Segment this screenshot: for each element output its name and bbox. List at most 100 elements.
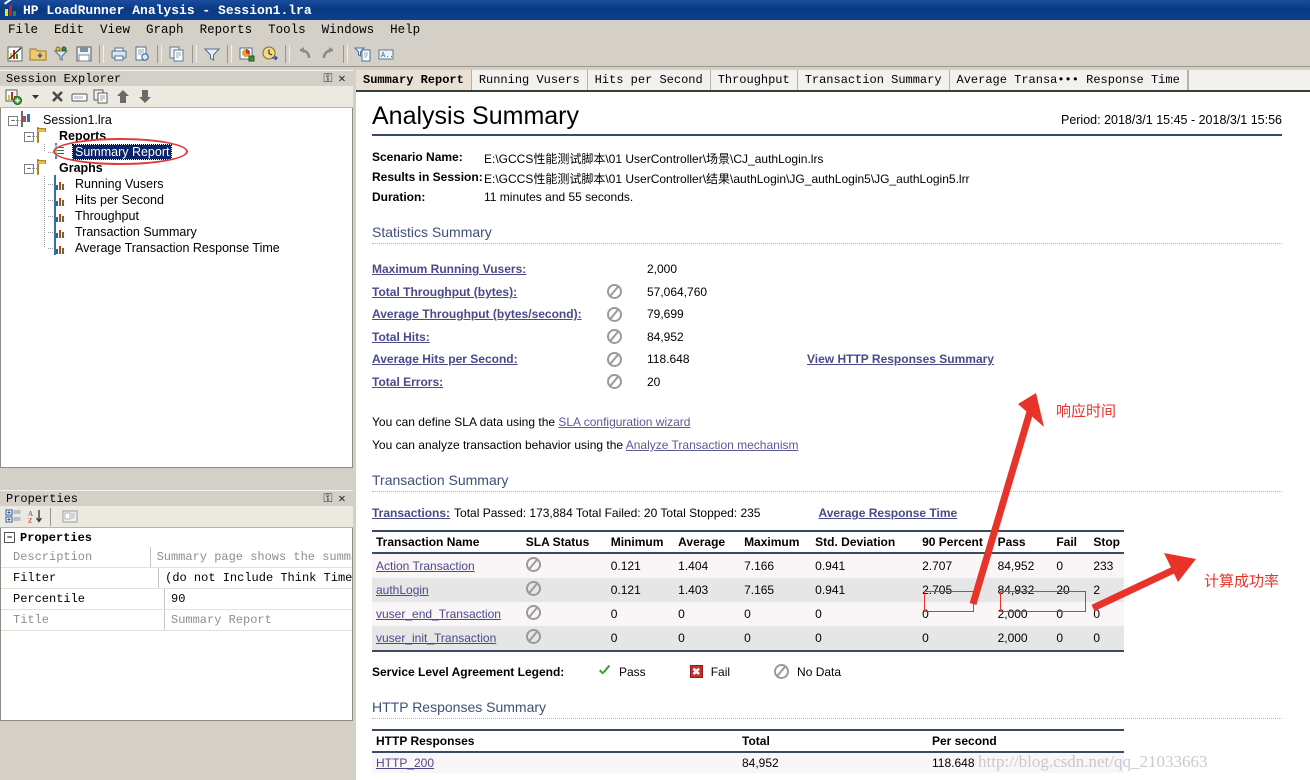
pin-icon[interactable]: ⚿ bbox=[321, 72, 335, 86]
col-stop[interactable]: Stop bbox=[1089, 530, 1124, 554]
stat-link[interactable]: Average Throughput (bytes/second): bbox=[372, 307, 582, 321]
copy-to-clipboard-icon[interactable] bbox=[166, 43, 188, 65]
configure-graph-icon[interactable] bbox=[236, 43, 258, 65]
col-per-second[interactable]: Per second bbox=[928, 729, 1124, 753]
http-response-link[interactable]: HTTP_200 bbox=[376, 756, 434, 770]
stat-label[interactable]: Average Throughput (bytes/second): bbox=[372, 307, 607, 321]
menu-edit[interactable]: Edit bbox=[46, 22, 92, 38]
new-analysis-icon[interactable] bbox=[4, 43, 26, 65]
col-transaction-name[interactable]: Transaction Name bbox=[372, 530, 522, 554]
tree-node-session[interactable]: − Session1.lra bbox=[1, 111, 352, 128]
tab-hits-per-second[interactable]: Hits per Second bbox=[588, 70, 711, 90]
table-row[interactable]: vuser_init_Transaction 0 0 0 0 0 2,000 0… bbox=[372, 626, 1124, 652]
cell-http-response-name[interactable]: HTTP_200 bbox=[372, 752, 738, 773]
cell-transaction-name[interactable]: vuser_end_Transaction bbox=[372, 602, 522, 626]
tree-node-running-vusers[interactable]: Running Vusers bbox=[1, 175, 352, 192]
stat-extra-link[interactable]: View HTTP Responses Summary bbox=[807, 352, 994, 366]
tree-node-reports[interactable]: − Reports bbox=[1, 127, 352, 144]
cell-transaction-name[interactable]: authLogin bbox=[372, 578, 522, 602]
property-row-percentile[interactable]: Percentile 90 bbox=[1, 589, 352, 610]
col-minimum[interactable]: Minimum bbox=[606, 530, 675, 554]
stat-link[interactable]: Total Throughput (bytes): bbox=[372, 285, 517, 299]
set-time-filter-icon[interactable] bbox=[259, 43, 281, 65]
stat-label[interactable]: Total Hits: bbox=[372, 330, 607, 344]
pin-icon[interactable]: ⚿ bbox=[321, 492, 335, 506]
stat-label[interactable]: Total Errors: bbox=[372, 375, 607, 389]
tree-node-hits-per-second[interactable]: Hits per Second bbox=[1, 191, 352, 208]
property-pages-icon[interactable] bbox=[60, 508, 80, 526]
tree-expander-reports[interactable]: − bbox=[21, 128, 39, 144]
tree-node-summary-report[interactable]: Summary Report bbox=[1, 143, 352, 160]
move-up-icon[interactable] bbox=[113, 88, 133, 106]
col-total[interactable]: Total bbox=[738, 729, 928, 753]
duplicate-icon[interactable] bbox=[91, 88, 111, 106]
properties-grid[interactable]: − Properties Description Summary page sh… bbox=[0, 528, 353, 721]
transaction-link[interactable]: Action Transaction bbox=[376, 559, 475, 573]
col-fail[interactable]: Fail bbox=[1052, 530, 1090, 554]
table-row[interactable]: vuser_end_Transaction 0 0 0 0 0 2,000 0 … bbox=[372, 602, 1124, 626]
col-average[interactable]: Average bbox=[674, 530, 741, 554]
categorized-icon[interactable] bbox=[3, 508, 23, 526]
tree-expander-session[interactable]: − bbox=[5, 112, 23, 128]
transactions-link[interactable]: Transactions: bbox=[372, 506, 450, 520]
menu-graph[interactable]: Graph bbox=[138, 22, 192, 38]
sla-configuration-wizard-link[interactable]: SLA configuration wizard bbox=[558, 415, 690, 429]
stat-label[interactable]: Maximum Running Vusers: bbox=[372, 262, 607, 276]
open-session-icon[interactable] bbox=[27, 43, 49, 65]
stat-link[interactable]: Total Hits: bbox=[372, 330, 430, 344]
annotate-icon[interactable]: A... bbox=[375, 43, 397, 65]
table-row[interactable]: HTTP_200 84,952 118.648 bbox=[372, 752, 1124, 773]
table-row[interactable]: Action Transaction 0.121 1.404 7.166 0.9… bbox=[372, 553, 1124, 578]
property-row-description[interactable]: Description Summary page shows the summa… bbox=[1, 547, 352, 568]
view-http-responses-summary-link[interactable]: View HTTP Responses Summary bbox=[807, 352, 994, 366]
tab-summary-report[interactable]: Summary Report bbox=[356, 70, 472, 90]
tree-node-throughput[interactable]: Throughput bbox=[1, 207, 352, 224]
add-item-icon[interactable] bbox=[3, 88, 23, 106]
apply-template-icon[interactable] bbox=[352, 43, 374, 65]
tab-transaction-summary[interactable]: Transaction Summary bbox=[798, 70, 950, 90]
tree-node-transaction-summary[interactable]: Transaction Summary bbox=[1, 223, 352, 240]
stat-label[interactable]: Total Throughput (bytes): bbox=[372, 285, 607, 299]
menu-windows[interactable]: Windows bbox=[314, 22, 383, 38]
print-icon[interactable] bbox=[108, 43, 130, 65]
tree-node-avg-transaction-response-time[interactable]: Average Transaction Response Time bbox=[1, 239, 352, 256]
cell-transaction-name[interactable]: Action Transaction bbox=[372, 553, 522, 578]
group-collapse-icon[interactable]: − bbox=[4, 532, 15, 543]
col-maximum[interactable]: Maximum bbox=[740, 530, 812, 554]
menu-reports[interactable]: Reports bbox=[192, 22, 261, 38]
col-90-percent[interactable]: 90 Percent bbox=[918, 530, 994, 554]
analyze-transaction-mechanism-link[interactable]: Analyze Transaction mechanism bbox=[626, 438, 799, 452]
dropdown-arrow-icon[interactable] bbox=[25, 88, 45, 106]
average-response-time-link[interactable]: Average Response Time bbox=[818, 506, 957, 520]
transaction-link[interactable]: authLogin bbox=[376, 583, 429, 597]
menu-view[interactable]: View bbox=[92, 22, 138, 38]
transaction-link[interactable]: vuser_end_Transaction bbox=[376, 607, 501, 621]
tab-throughput[interactable]: Throughput bbox=[711, 70, 798, 90]
rename-icon[interactable] bbox=[69, 88, 89, 106]
menu-file[interactable]: File bbox=[0, 22, 46, 38]
delete-icon[interactable] bbox=[47, 88, 67, 106]
set-filter-tree-icon[interactable] bbox=[50, 43, 72, 65]
transaction-link[interactable]: vuser_init_Transaction bbox=[376, 631, 496, 645]
tree-expander-graphs[interactable]: − bbox=[21, 160, 39, 176]
move-down-icon[interactable] bbox=[135, 88, 155, 106]
col-pass[interactable]: Pass bbox=[993, 530, 1053, 554]
undo-icon[interactable] bbox=[294, 43, 316, 65]
stat-link[interactable]: Maximum Running Vusers: bbox=[372, 262, 526, 276]
properties-group-header[interactable]: − Properties bbox=[1, 528, 352, 547]
filter-icon[interactable] bbox=[201, 43, 223, 65]
tree-node-graphs[interactable]: − Graphs bbox=[1, 159, 352, 176]
col-http-responses[interactable]: HTTP Responses bbox=[372, 729, 738, 753]
session-explorer-tree[interactable]: − Session1.lra − Reports Summary Report bbox=[0, 108, 353, 468]
stat-link[interactable]: Total Errors: bbox=[372, 375, 443, 389]
property-row-title[interactable]: Title Summary Report bbox=[1, 610, 352, 631]
property-row-filter[interactable]: Filter (do not Include Think Time) bbox=[1, 568, 352, 589]
col-sla-status[interactable]: SLA Status bbox=[521, 530, 607, 554]
cell-transaction-name[interactable]: vuser_init_Transaction bbox=[372, 626, 522, 652]
stat-link[interactable]: Average Hits per Second: bbox=[372, 352, 518, 366]
col-std-deviation[interactable]: Std. Deviation bbox=[811, 530, 919, 554]
stat-label[interactable]: Average Hits per Second: bbox=[372, 352, 607, 366]
tab-running-vusers[interactable]: Running Vusers bbox=[472, 70, 588, 90]
tab-average-transaction-response-time[interactable]: Average Transa••• Response Time bbox=[950, 70, 1188, 90]
menu-help[interactable]: Help bbox=[382, 22, 428, 38]
